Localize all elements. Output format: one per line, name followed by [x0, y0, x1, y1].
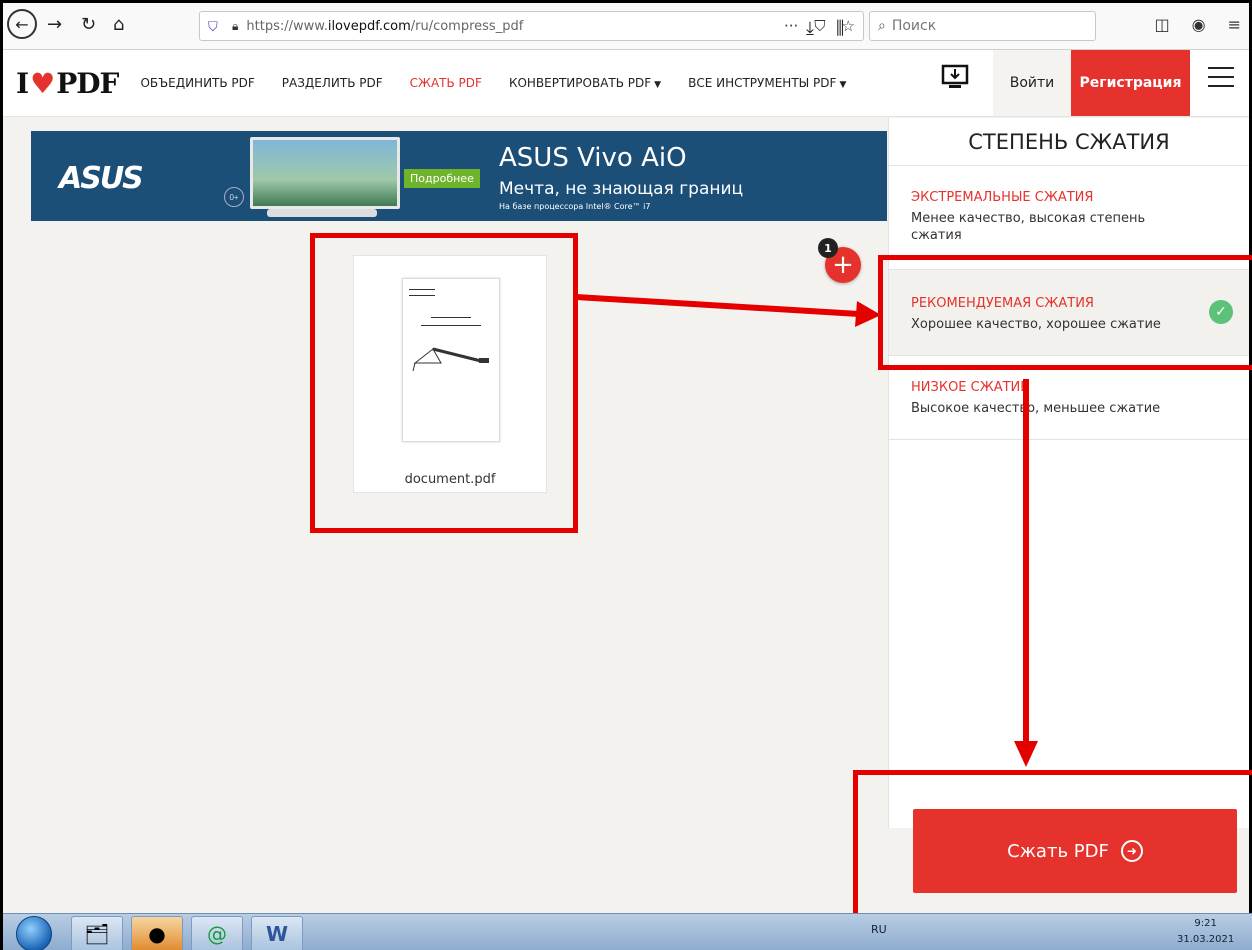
main-nav: ОБЪЕДИНИТЬ PDF РАЗДЕЛИТЬ PDF СЖАТЬ PDF К… [140, 76, 846, 90]
start-button[interactable] [16, 916, 52, 950]
caret-down-icon: ▼ [654, 80, 662, 90]
ad-small-print: На базе процессора Intel® Core™ i7 [499, 202, 651, 211]
nav-compress[interactable]: СЖАТЬ PDF [410, 76, 482, 90]
annotation-box-file [310, 233, 578, 533]
language-indicator[interactable]: RU [871, 923, 887, 936]
heart-icon: ♥ [30, 66, 55, 100]
pocket-icon[interactable]: ⛉ [814, 17, 825, 35]
caret-down-icon: ▼ [839, 80, 847, 90]
home-icon[interactable]: ⌂ [113, 11, 124, 37]
forward-arrow-icon[interactable]: → [47, 11, 62, 37]
ad-banner[interactable]: ASUS 0+ Подробнее ASUS Vivo AiO Мечта, н… [31, 131, 887, 221]
account-icon[interactable]: ◉ [1192, 15, 1206, 34]
nav-convert[interactable]: КОНВЕРТИРОВАТЬ PDF ▼ [509, 76, 661, 90]
sidebar-icon[interactable]: ◫ [1155, 15, 1170, 34]
ad-more-button[interactable]: Подробнее [404, 169, 480, 188]
file-count-badge: 1 [818, 238, 838, 258]
tracking-shield-icon[interactable]: ⛉ [208, 19, 220, 34]
windows-taskbar: 🗂︎ ● @ W RU 9:21 31.03.2021 [3, 913, 1252, 950]
screen: ← → ↻ ⌂ ⛉ 🔒︎ https://www.ilovepdf.com/ru… [0, 0, 1252, 950]
search-icon: ⌕ [878, 18, 886, 34]
ad-tagline: Мечта, не знающая границ [499, 179, 744, 199]
desktop-app-icon[interactable] [940, 63, 970, 93]
downloads-icon[interactable]: ⤓ [806, 15, 814, 41]
explorer-icon[interactable]: 🗂︎ [71, 916, 123, 950]
back-arrow-icon[interactable]: ← [7, 9, 37, 39]
reload-icon[interactable]: ↻ [81, 11, 96, 37]
nav-all-tools[interactable]: ВСЕ ИНСТРУМЕНТЫ PDF ▼ [688, 76, 846, 90]
hamburger-menu-icon[interactable]: ≡ [1228, 15, 1241, 34]
nav-split[interactable]: РАЗДЕЛИТЬ PDF [282, 76, 383, 90]
annotation-box-option [878, 255, 1252, 370]
library-icon[interactable]: ⫼ [836, 15, 844, 41]
firefox-icon[interactable]: ● [131, 916, 183, 950]
word-icon[interactable]: W [251, 916, 303, 950]
url-text[interactable]: https://www.ilovepdf.com/ru/compress_pdf [246, 19, 523, 34]
sidebar-title: СТЕПЕНЬ СЖАТИЯ [889, 118, 1249, 166]
search-input[interactable]: ⌕ Поиск [869, 11, 1096, 41]
age-rating-badge: 0+ [224, 187, 244, 207]
ilovepdf-logo[interactable]: I ♥ PDF [16, 66, 119, 100]
site-header: I ♥ PDF ОБЪЕДИНИТЬ PDF РАЗДЕЛИТЬ PDF СЖА… [3, 50, 1249, 117]
compression-sidebar: СТЕПЕНЬ СЖАТИЯ ЭКСТРЕМАЛЬНЫЕ СЖАТИЯ Мене… [888, 118, 1249, 828]
monitor-image [250, 137, 400, 209]
browser-toolbar: ← → ↻ ⌂ ⛉ 🔒︎ https://www.ilovepdf.com/ru… [3, 3, 1249, 50]
asus-logo: ASUS [59, 161, 144, 196]
ad-title: ASUS Vivo AiO [499, 143, 687, 173]
menu-icon[interactable] [1208, 67, 1234, 89]
nav-merge[interactable]: ОБЪЕДИНИТЬ PDF [140, 76, 254, 90]
mail-agent-icon[interactable]: @ [191, 916, 243, 950]
keyboard-image [267, 209, 377, 217]
page-actions-icon[interactable]: ··· [784, 17, 798, 35]
address-bar[interactable]: ⛉ 🔒︎ https://www.ilovepdf.com/ru/compres… [199, 11, 864, 41]
login-button[interactable]: Войти [993, 50, 1071, 116]
signup-button[interactable]: Регистрация [1071, 50, 1190, 116]
lock-icon[interactable]: 🔒︎ [232, 19, 238, 34]
clock[interactable]: 9:21 31.03.2021 [1177, 916, 1234, 948]
